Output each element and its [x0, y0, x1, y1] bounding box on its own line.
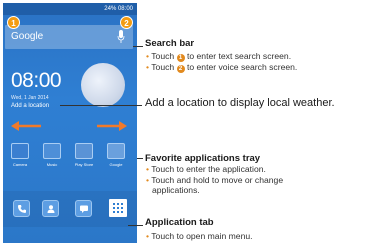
favorites-line-2: • Touch and hold to move or change [146, 175, 283, 185]
bullet: • [146, 51, 150, 61]
callout-badge-2: 2 [120, 16, 133, 29]
dock [3, 191, 137, 227]
search-bar-line-1: • Touch 1 to enter text search screen. [146, 51, 291, 62]
music-icon [43, 143, 61, 159]
search-line1-b: to enter text search screen. [186, 51, 292, 61]
app-label: Music [46, 162, 58, 167]
favorites-line-3: applications. [152, 185, 200, 195]
phone-screen: 24% 08:00 Google 1 2 08:00 Wed, 1 Jan 20… [3, 3, 137, 243]
app-drawer-icon[interactable] [109, 199, 127, 217]
bullet: • [146, 175, 150, 185]
phone-icon[interactable] [13, 200, 30, 217]
app-tab-title: Application tab [145, 217, 214, 228]
status-bar: 24% 08:00 [3, 3, 137, 15]
arrow-right-icon [97, 121, 127, 131]
callout-line-weather [60, 105, 142, 106]
app-tab-line-1: • Touch to open main menu. [146, 231, 253, 241]
play-store-icon [75, 143, 93, 159]
contacts-icon[interactable] [42, 200, 59, 217]
favorite-apps-tray: Camera Music Play Store Google [3, 140, 137, 176]
search-bar-title: Search bar [145, 38, 195, 49]
number-badge-1: 1 [176, 54, 185, 62]
bullet: • [146, 62, 150, 72]
add-location-link[interactable]: Add a location [11, 103, 49, 109]
bullet: • [146, 164, 150, 174]
callout-line-app-tab [128, 225, 143, 226]
messaging-icon[interactable] [75, 200, 92, 217]
favorites-line2-text: Touch and hold to move or change [151, 175, 284, 185]
app-camera[interactable]: Camera [5, 143, 35, 167]
google-folder-icon [107, 143, 125, 159]
app-music[interactable]: Music [37, 143, 67, 167]
camera-icon [11, 143, 29, 159]
app-label: Google [109, 162, 123, 167]
search-line1-a: Touch [151, 51, 175, 61]
clock-time[interactable]: 08:00 [11, 69, 62, 93]
search-line2-b: to enter voice search screen. [186, 62, 298, 72]
app-label: Play Store [74, 162, 94, 167]
app-tab-line1-text: Touch to open main menu. [151, 231, 253, 241]
arrow-left-icon [11, 121, 41, 131]
clock-date: Wed, 1 Jan 2014 [11, 95, 49, 101]
favorites-line-1: • Touch to enter the application. [146, 164, 266, 174]
microphone-icon[interactable] [117, 30, 125, 43]
status-text: 24% 08:00 [104, 6, 133, 12]
callout-badge-1: 1 [7, 16, 20, 29]
callout-line-search [133, 46, 143, 47]
weather-annotation: Add a location to display local weather. [145, 97, 335, 109]
search-line2-a: Touch [151, 62, 175, 72]
search-bar-line-2: • Touch 2 to enter voice search screen. [146, 62, 297, 73]
search-bar[interactable]: Google [5, 25, 133, 49]
app-google[interactable]: Google [101, 143, 131, 167]
favorites-title: Favorite applications tray [145, 153, 261, 164]
weather-moon-icon[interactable] [81, 63, 125, 107]
search-hint: Google [11, 31, 44, 42]
number-badge-2: 2 [176, 65, 185, 73]
bullet: • [146, 231, 150, 241]
callout-line-favorites [137, 158, 143, 159]
favorites-line1-text: Touch to enter the application. [151, 164, 266, 174]
app-label: Camera [12, 162, 28, 167]
app-play-store[interactable]: Play Store [69, 143, 99, 167]
